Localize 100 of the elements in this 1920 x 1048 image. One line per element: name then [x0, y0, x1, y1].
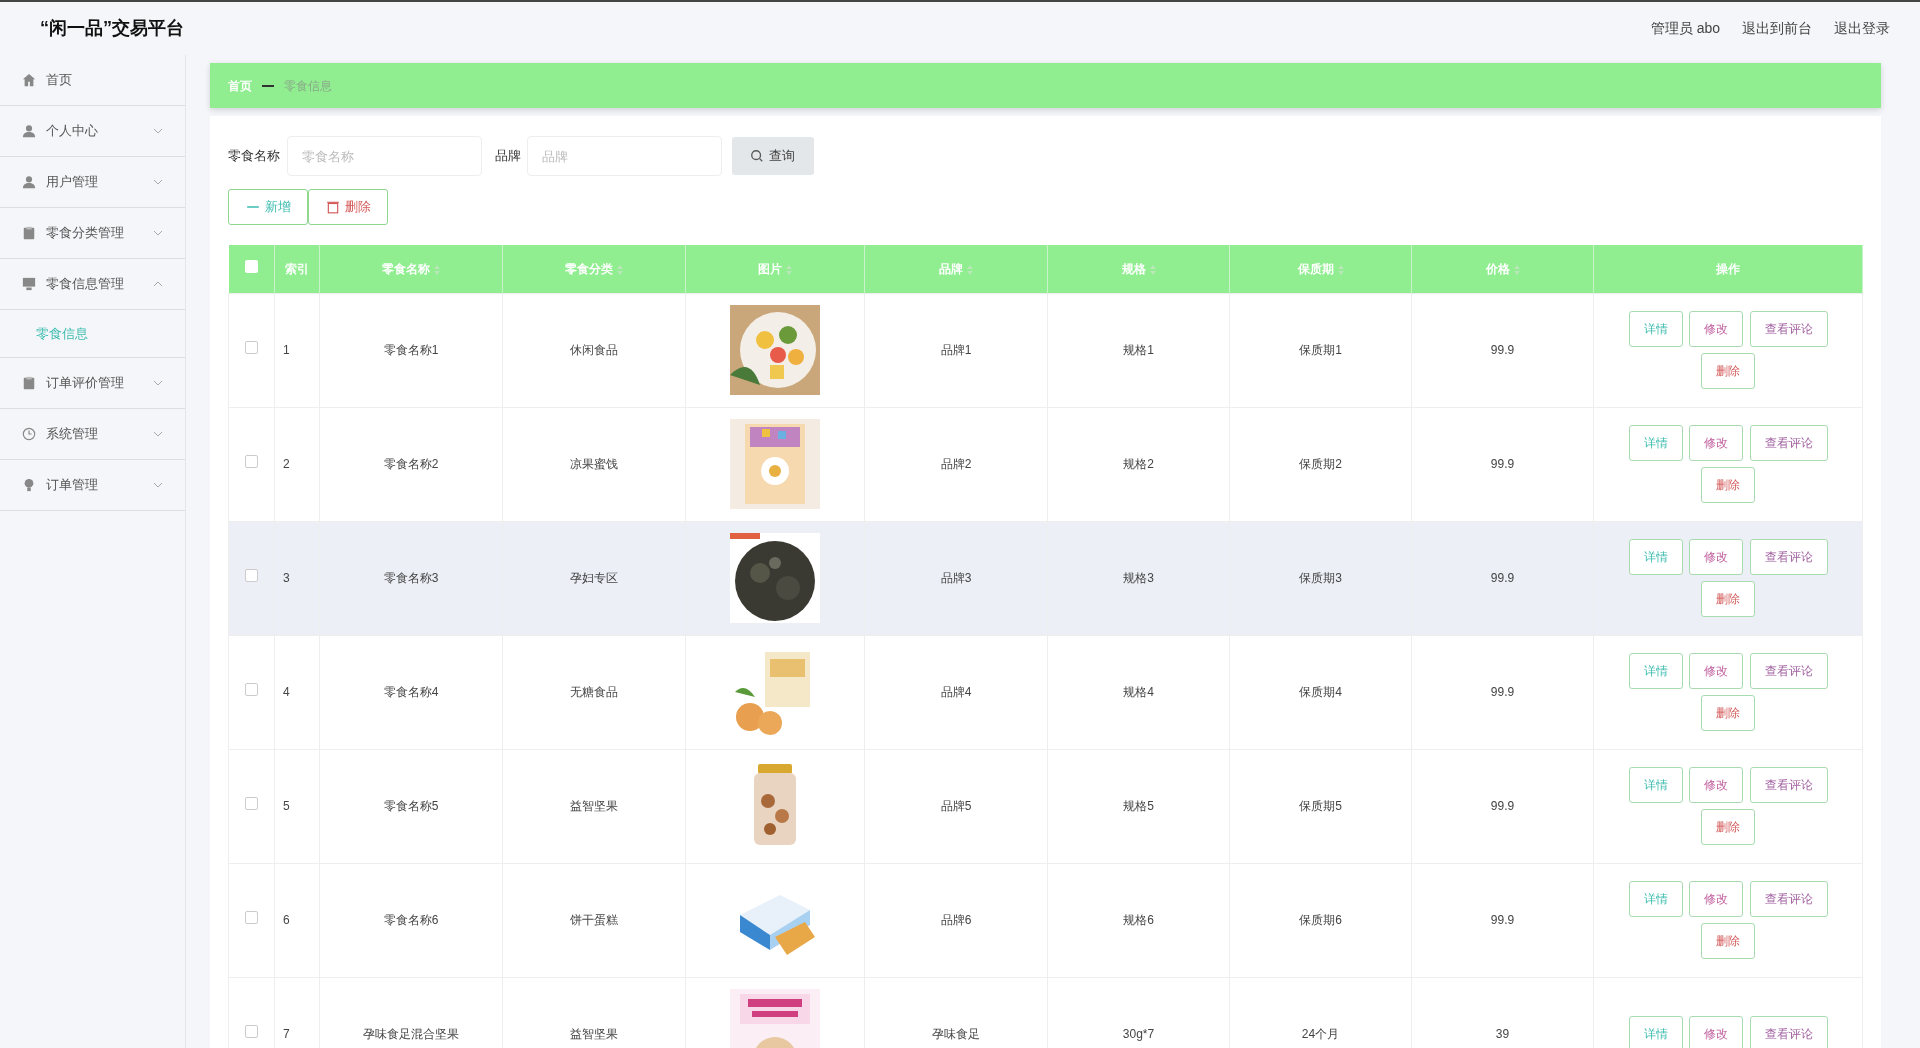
- comments-button[interactable]: 查看评论: [1749, 766, 1828, 803]
- table-cell: 规格4: [1123, 685, 1154, 699]
- table-cell: 饼干蛋糕: [570, 913, 618, 927]
- table-cell: 孕妇专区: [570, 571, 618, 585]
- table-cell: 99.9: [1490, 457, 1515, 471]
- comments-button[interactable]: 查看评论: [1749, 310, 1828, 347]
- sidebar-item[interactable]: 订单管理: [0, 460, 185, 511]
- search-field[interactable]: 品牌: [527, 136, 722, 176]
- sidebar-item[interactable]: 用户管理: [0, 157, 185, 208]
- detail-button[interactable]: 详情: [1628, 310, 1683, 347]
- edit-button[interactable]: 修改: [1689, 424, 1743, 461]
- comments-button[interactable]: 查看评论: [1749, 538, 1828, 575]
- monitor-icon: [22, 277, 36, 291]
- delete-button[interactable]: 删除: [1701, 353, 1755, 390]
- sidebar-subitem[interactable]: 零食信息: [36, 323, 88, 344]
- sidebar-item[interactable]: 订单评价管理: [0, 358, 185, 409]
- table-cell: 凉果蜜饯: [570, 457, 618, 471]
- row-checkbox[interactable]: [245, 341, 258, 354]
- app-title: “闲一品”交易平台: [40, 17, 184, 40]
- search-button[interactable]: 查询: [731, 137, 814, 175]
- delete-button[interactable]: 删除: [1701, 581, 1755, 618]
- delete-button[interactable]: 删除: [1701, 809, 1755, 846]
- edit-button[interactable]: 修改: [1689, 766, 1743, 803]
- detail-button[interactable]: 详情: [1628, 766, 1683, 803]
- sidebar-item[interactable]: 零食分类管理: [0, 208, 185, 259]
- row-checkbox[interactable]: [245, 911, 258, 924]
- delete-button[interactable]: 删除: [1701, 695, 1755, 732]
- bulb-icon: [22, 478, 36, 492]
- header-link[interactable]: 管理员 abo: [1650, 18, 1720, 39]
- edit-button[interactable]: 修改: [1689, 652, 1743, 689]
- row-checkbox[interactable]: [245, 683, 258, 696]
- table-cell: 无糖食品: [570, 685, 618, 699]
- user-icon: [22, 124, 36, 138]
- table-cell: 1: [283, 343, 290, 357]
- row-checkbox[interactable]: [245, 455, 258, 468]
- clipboard-icon: [22, 376, 36, 390]
- table-cell: 品牌1: [940, 343, 972, 357]
- edit-button[interactable]: 修改: [1689, 1016, 1743, 1048]
- delete-button[interactable]: 删除: [1701, 467, 1755, 504]
- row-checkbox[interactable]: [245, 797, 258, 810]
- table-cell: 休闲食品: [570, 343, 618, 357]
- table-cell: 益智坚果: [570, 799, 618, 813]
- table-cell: 零食名称1: [383, 343, 439, 357]
- table-cell: 99.9: [1490, 913, 1515, 927]
- user-icon: [22, 175, 36, 189]
- search-icon: [750, 149, 765, 163]
- trash-icon: [325, 200, 340, 214]
- table-cell: 保质期6: [1299, 913, 1342, 927]
- edit-button[interactable]: 修改: [1689, 880, 1743, 917]
- sidebar-item[interactable]: 零食信息管理: [0, 259, 185, 310]
- table-cell: 零食名称3: [383, 571, 439, 585]
- table-cell: 品牌6: [940, 913, 972, 927]
- row-checkbox[interactable]: [245, 1025, 258, 1038]
- table-cell: 6: [283, 913, 290, 927]
- table-cell: 99.9: [1490, 571, 1515, 585]
- table-cell: 保质期5: [1299, 799, 1342, 813]
- detail-button[interactable]: 详情: [1628, 880, 1683, 917]
- table-cell: 2: [283, 457, 290, 471]
- detail-button[interactable]: 详情: [1628, 1016, 1683, 1048]
- clock-icon: [22, 427, 36, 441]
- table-cell: 24个月: [1301, 1027, 1340, 1041]
- table-cell: 39: [1495, 1027, 1510, 1041]
- field-label: 零食名称: [228, 147, 280, 166]
- edit-button[interactable]: 修改: [1689, 538, 1743, 575]
- search-field[interactable]: 零食名称: [286, 136, 482, 176]
- table-cell: 规格2: [1123, 457, 1154, 471]
- sidebar-item[interactable]: 个人中心: [0, 106, 185, 157]
- select-all-checkbox[interactable]: [244, 259, 258, 273]
- delete-button[interactable]: 删除: [308, 189, 388, 225]
- add-button[interactable]: 新增: [228, 189, 308, 225]
- row-checkbox[interactable]: [245, 569, 258, 582]
- table-cell: 99.9: [1490, 343, 1515, 357]
- detail-button[interactable]: 详情: [1628, 424, 1683, 461]
- table-cell: 保质期3: [1299, 571, 1342, 585]
- table-cell: 3: [283, 571, 290, 585]
- comments-button[interactable]: 查看评论: [1749, 880, 1828, 917]
- field-label: 品牌: [494, 147, 521, 166]
- table-cell: 品牌3: [940, 571, 972, 585]
- delete-button[interactable]: 删除: [1701, 923, 1755, 960]
- comments-button[interactable]: 查看评论: [1749, 1016, 1828, 1048]
- comments-button[interactable]: 查看评论: [1749, 652, 1828, 689]
- edit-button[interactable]: 修改: [1689, 310, 1743, 347]
- table-cell: 品牌2: [940, 457, 972, 471]
- table-cell: 7: [283, 1027, 290, 1041]
- table-cell: 益智坚果: [570, 1027, 618, 1041]
- sidebar-item[interactable]: 首页: [0, 55, 185, 106]
- comments-button[interactable]: 查看评论: [1749, 424, 1828, 461]
- table-cell: 保质期1: [1299, 343, 1342, 357]
- table-cell: 4: [283, 685, 290, 699]
- detail-button[interactable]: 详情: [1628, 652, 1683, 689]
- table-cell: 99.9: [1490, 685, 1515, 699]
- table-cell: 品牌5: [940, 799, 972, 813]
- breadcrumb-item: 零食信息: [284, 77, 332, 95]
- detail-button[interactable]: 详情: [1628, 538, 1683, 575]
- table-cell: 99.9: [1490, 799, 1515, 813]
- header-link[interactable]: 退出登录: [1834, 18, 1890, 39]
- table-cell: 孕味食足: [932, 1027, 980, 1041]
- table-cell: 30g*7: [1122, 1027, 1155, 1041]
- header-link[interactable]: 退出到前台: [1742, 18, 1812, 39]
- sidebar-item[interactable]: 系统管理: [0, 409, 185, 460]
